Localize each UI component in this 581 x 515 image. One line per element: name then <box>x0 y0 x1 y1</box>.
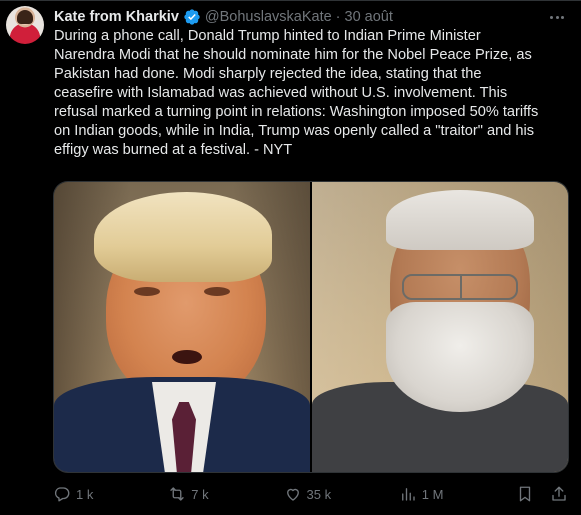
photo-trump[interactable] <box>54 182 310 472</box>
heart-icon <box>286 488 299 501</box>
author-handle[interactable]: @BohuslavskaKate <box>205 9 332 25</box>
more-options-icon[interactable] <box>547 8 567 26</box>
separator-dot: · <box>335 9 341 25</box>
reply-count: 1 k <box>76 486 94 502</box>
retweet-icon <box>170 487 184 501</box>
reply-button[interactable]: 1 k <box>53 485 168 503</box>
views-chart-icon <box>401 488 415 501</box>
reply-icon <box>54 487 70 502</box>
top-divider <box>0 0 581 1</box>
views-button[interactable]: 1 M <box>399 485 516 503</box>
photo-modi[interactable] <box>312 182 568 472</box>
author-name[interactable]: Kate from Kharkiv <box>54 9 179 25</box>
tweet-header: Kate from Kharkiv @BohuslavskaKate · 30 … <box>54 8 393 26</box>
retweet-count: 7 k <box>191 486 209 502</box>
post-date[interactable]: 30 août <box>345 9 393 25</box>
bookmark-button[interactable] <box>516 485 537 503</box>
media-container[interactable] <box>53 181 569 473</box>
bookmark-icon <box>519 486 531 502</box>
like-count: 35 k <box>306 486 332 502</box>
tweet-text: During a phone call, Donald Trump hinted… <box>54 28 539 158</box>
views-count: 1 M <box>421 486 444 502</box>
action-bar: 1 k 7 k 35 k 1 M <box>53 484 571 504</box>
avatar-hair <box>17 10 33 24</box>
verified-badge-icon <box>183 8 201 26</box>
share-button[interactable] <box>550 485 571 503</box>
share-icon <box>551 486 566 501</box>
retweet-button[interactable]: 7 k <box>168 485 283 503</box>
like-button[interactable]: 35 k <box>284 485 399 503</box>
avatar[interactable] <box>6 6 44 44</box>
